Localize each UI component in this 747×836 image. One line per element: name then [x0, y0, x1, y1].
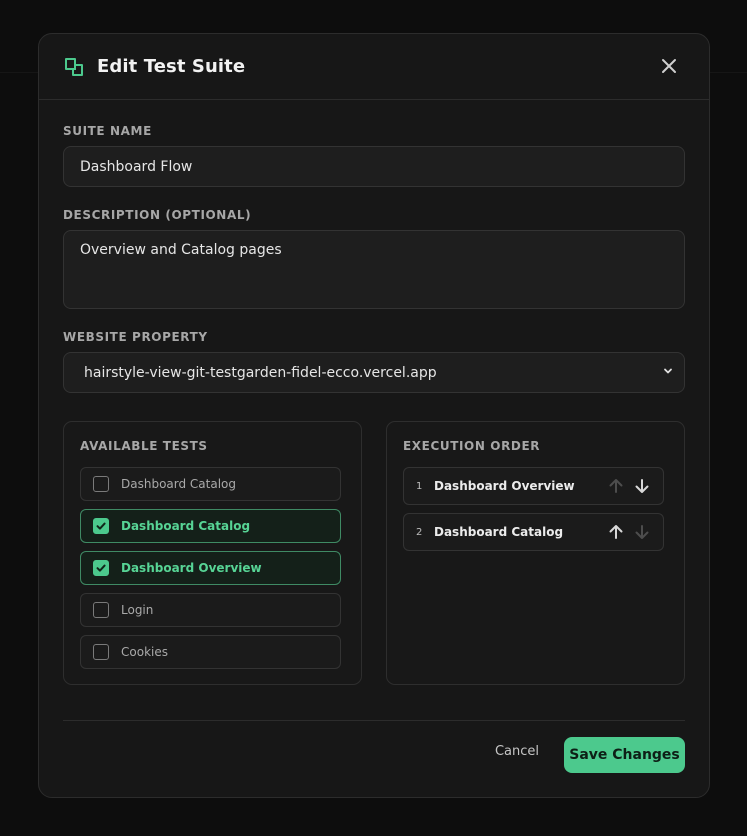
test-name: Dashboard Overview [121, 561, 262, 575]
arrow-up-icon [609, 479, 623, 493]
execution-order-panel: EXECUTION ORDER 1 Dashboard Overview 2 D… [386, 421, 685, 685]
description-label: DESCRIPTION (OPTIONAL) [63, 208, 252, 222]
order-item: 1 Dashboard Overview [403, 467, 664, 505]
test-item-cookies[interactable]: Cookies [80, 635, 341, 669]
test-item-dashboard-catalog[interactable]: Dashboard Catalog [80, 467, 341, 501]
order-item: 2 Dashboard Catalog [403, 513, 664, 551]
test-name: Cookies [121, 645, 168, 659]
suite-name-input[interactable]: Dashboard Flow [63, 146, 685, 187]
modal-title: Edit Test Suite [97, 56, 246, 77]
check-icon [96, 522, 106, 530]
modal-header: Edit Test Suite [39, 34, 709, 100]
website-property-label: WEBSITE PROPERTY [63, 330, 208, 344]
checkbox[interactable] [93, 602, 109, 618]
edit-test-suite-modal: Edit Test Suite SUITE NAME Dashboard Flo… [38, 33, 710, 798]
available-tests-panel: AVAILABLE TESTS Dashboard Catalog Dashbo… [63, 421, 362, 685]
move-up-button[interactable] [603, 473, 629, 499]
move-up-button[interactable] [603, 519, 629, 545]
execution-order-title: EXECUTION ORDER [403, 439, 541, 453]
suite-name-label: SUITE NAME [63, 124, 152, 138]
check-icon [96, 564, 106, 572]
website-property-value: hairstyle-view-git-testgarden-fidel-ecco… [84, 364, 437, 381]
chevron-down-icon [662, 365, 674, 381]
suite-name-value: Dashboard Flow [80, 158, 193, 175]
order-name: Dashboard Catalog [434, 525, 564, 539]
order-index: 2 [416, 526, 423, 538]
order-index: 1 [416, 480, 423, 492]
order-name: Dashboard Overview [434, 479, 575, 493]
website-property-select[interactable]: hairstyle-view-git-testgarden-fidel-ecco… [63, 352, 685, 393]
checkbox-checked[interactable] [93, 518, 109, 534]
test-item-dashboard-catalog-selected[interactable]: Dashboard Catalog [80, 509, 341, 543]
description-value: Overview and Catalog pages [80, 242, 282, 258]
cancel-button[interactable]: Cancel [485, 744, 549, 764]
checkbox[interactable] [93, 476, 109, 492]
move-down-button[interactable] [629, 473, 655, 499]
arrow-down-icon [635, 479, 649, 493]
test-name: Login [121, 603, 154, 617]
arrow-up-icon [609, 525, 623, 539]
checkbox[interactable] [93, 644, 109, 660]
suite-icon [63, 56, 85, 78]
test-item-login[interactable]: Login [80, 593, 341, 627]
move-down-button[interactable] [629, 519, 655, 545]
save-changes-button[interactable]: Save Changes [564, 737, 685, 773]
close-icon[interactable] [659, 56, 679, 76]
description-textarea[interactable]: Overview and Catalog pages [63, 230, 685, 309]
available-tests-title: AVAILABLE TESTS [80, 439, 208, 453]
arrow-down-icon [635, 525, 649, 539]
test-name: Dashboard Catalog [121, 519, 251, 533]
footer-divider [63, 720, 685, 721]
test-name: Dashboard Catalog [121, 477, 237, 491]
checkbox-checked[interactable] [93, 560, 109, 576]
test-item-dashboard-overview-selected[interactable]: Dashboard Overview [80, 551, 341, 585]
